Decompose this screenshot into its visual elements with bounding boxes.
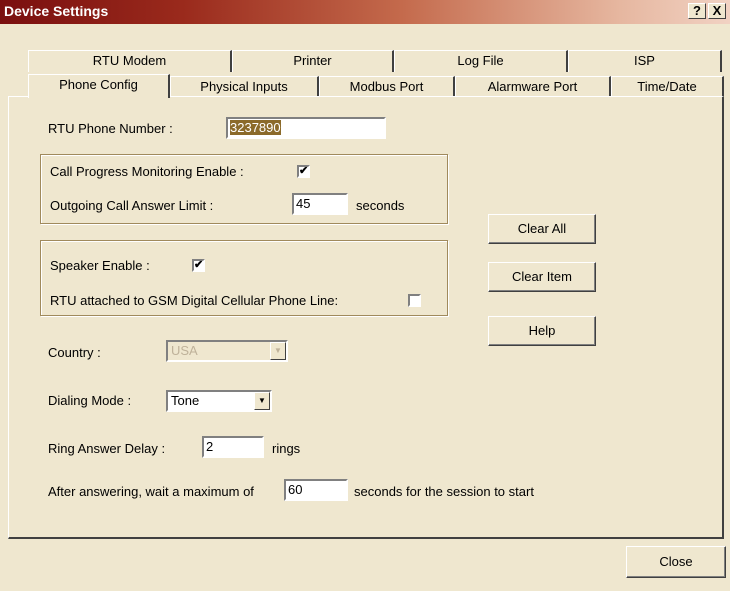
answer-limit-unit: seconds bbox=[356, 198, 405, 213]
help-icon[interactable]: ? bbox=[688, 3, 706, 19]
phone-number-value: 3237890 bbox=[230, 120, 281, 135]
tab-printer[interactable]: Printer bbox=[232, 50, 394, 72]
tab-physical-inputs[interactable]: Physical Inputs bbox=[170, 76, 319, 98]
chevron-down-icon[interactable]: ▼ bbox=[254, 392, 270, 410]
ring-delay-label: Ring Answer Delay : bbox=[48, 441, 166, 456]
country-label: Country : bbox=[48, 345, 101, 360]
clear-item-button[interactable]: Clear Item bbox=[488, 262, 596, 292]
speaker-enable-checkbox[interactable]: ✔ bbox=[192, 259, 205, 272]
tab-phone-config[interactable]: Phone Config bbox=[28, 74, 170, 98]
call-progress-checkbox[interactable]: ✔ bbox=[297, 165, 310, 178]
gsm-checkbox[interactable] bbox=[408, 294, 421, 307]
speaker-enable-label: Speaker Enable : bbox=[50, 258, 150, 273]
title-bar: Device Settings ? X bbox=[0, 0, 730, 24]
close-button[interactable]: Close bbox=[626, 546, 726, 578]
clear-all-button[interactable]: Clear All bbox=[488, 214, 596, 244]
tab-log-file[interactable]: Log File bbox=[394, 50, 568, 72]
help-button[interactable]: Help bbox=[488, 316, 596, 346]
tab-isp[interactable]: ISP bbox=[568, 50, 722, 72]
session-wait-label: After answering, wait a maximum of bbox=[48, 484, 254, 499]
close-icon[interactable]: X bbox=[708, 3, 726, 19]
tab-modbus-port[interactable]: Modbus Port bbox=[319, 76, 455, 98]
dialing-mode-select[interactable]: Tone ▼ bbox=[166, 390, 272, 412]
tab-time-date[interactable]: Time/Date bbox=[611, 76, 724, 98]
session-wait-field[interactable]: 60 bbox=[284, 479, 348, 501]
dialing-mode-label: Dialing Mode : bbox=[48, 393, 132, 408]
dialing-mode-value: Tone bbox=[171, 393, 200, 408]
tab-rtu-modem[interactable]: RTU Modem bbox=[28, 50, 232, 72]
phone-number-label: RTU Phone Number : bbox=[48, 121, 173, 136]
session-wait-unit: seconds for the session to start bbox=[354, 484, 534, 499]
check-icon: ✔ bbox=[299, 165, 309, 177]
answer-limit-label: Outgoing Call Answer Limit : bbox=[50, 198, 214, 213]
window-title: Device Settings bbox=[4, 3, 109, 19]
gsm-label: RTU attached to GSM Digital Cellular Pho… bbox=[50, 293, 339, 308]
ring-delay-field[interactable]: 2 bbox=[202, 436, 264, 458]
tab-alarmware-port[interactable]: Alarmware Port bbox=[455, 76, 611, 98]
phone-number-field[interactable]: 3237890 bbox=[226, 117, 386, 139]
check-icon: ✔ bbox=[194, 259, 204, 271]
country-select[interactable]: USA ▼ bbox=[166, 340, 288, 362]
device-settings-dialog: Device Settings ? X RTU Modem Printer Lo… bbox=[0, 0, 730, 591]
call-progress-label: Call Progress Monitoring Enable : bbox=[50, 164, 244, 179]
ring-delay-unit: rings bbox=[272, 441, 301, 456]
chevron-down-icon: ▼ bbox=[270, 342, 286, 360]
answer-limit-field[interactable]: 45 bbox=[292, 193, 348, 215]
country-value: USA bbox=[171, 343, 198, 358]
